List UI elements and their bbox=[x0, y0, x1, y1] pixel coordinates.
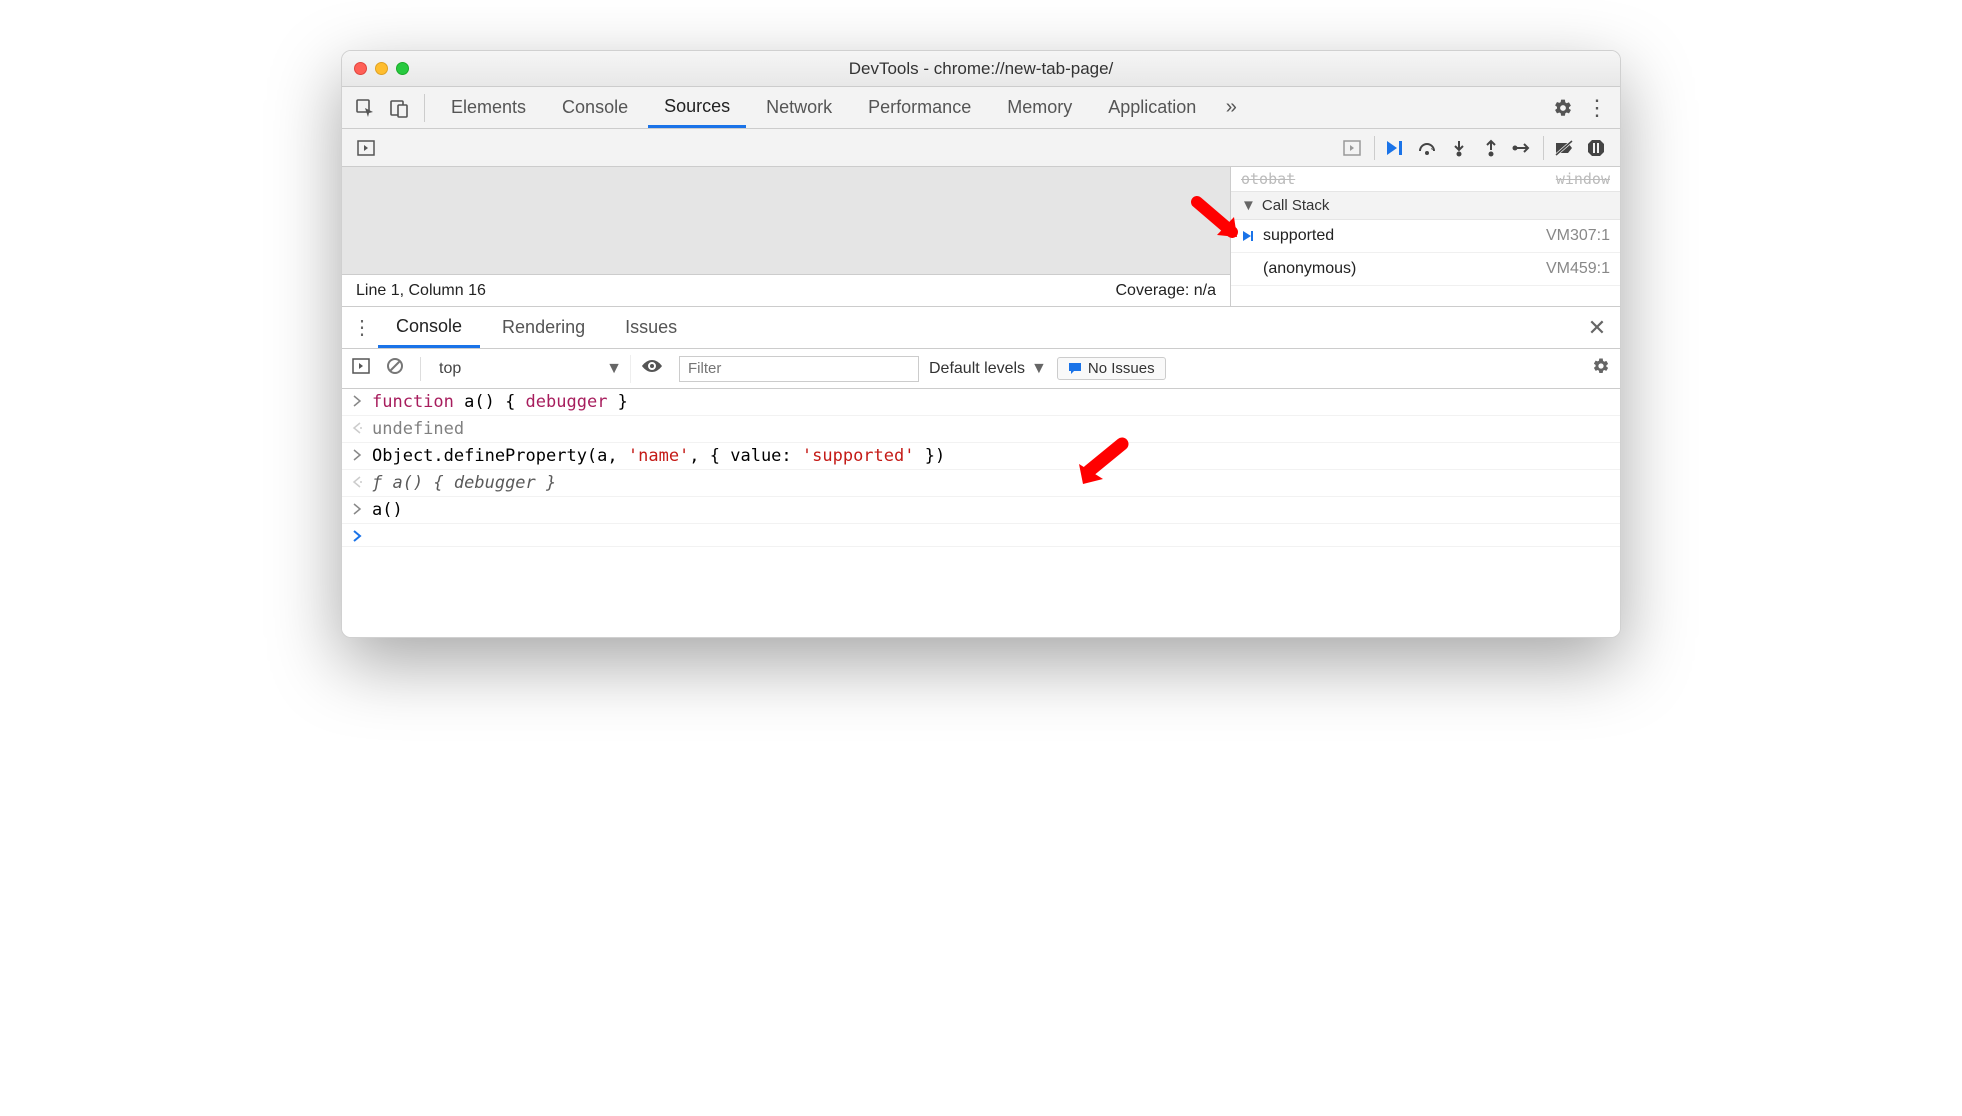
debugger-sidebar: otobat window ▼ Call Stack supported VM3… bbox=[1230, 167, 1620, 306]
context-value: top bbox=[439, 360, 461, 378]
callstack-header[interactable]: ▼ Call Stack bbox=[1231, 192, 1620, 220]
console-output[interactable]: function a() { debugger } undefined Obje… bbox=[342, 389, 1620, 637]
console-row[interactable]: a() bbox=[342, 497, 1620, 524]
console-row[interactable]: Object.defineProperty(a, 'name', { value… bbox=[342, 443, 1620, 470]
callstack-label: Call Stack bbox=[1262, 197, 1330, 214]
step-icon[interactable] bbox=[1509, 134, 1537, 162]
scope-row-truncated: otobat window bbox=[1231, 167, 1620, 192]
tab-application[interactable]: Application bbox=[1092, 87, 1212, 128]
callstack-frame-location: VM307:1 bbox=[1546, 227, 1610, 245]
prompt-chevron-icon bbox=[352, 529, 372, 543]
console-row[interactable]: function a() { debugger } bbox=[342, 389, 1620, 416]
inspect-element-icon[interactable] bbox=[350, 93, 380, 123]
context-selector[interactable]: top ▼ bbox=[431, 355, 631, 383]
sources-toolbar bbox=[342, 129, 1620, 167]
console-filter-input[interactable] bbox=[679, 356, 919, 382]
drawer-close-icon[interactable]: ✕ bbox=[1582, 315, 1612, 341]
callstack-frame-name: supported bbox=[1263, 227, 1334, 245]
callstack-frame-location: VM459:1 bbox=[1546, 260, 1610, 278]
resume-icon[interactable] bbox=[1381, 134, 1409, 162]
step-out-icon[interactable] bbox=[1477, 134, 1505, 162]
clear-console-icon[interactable] bbox=[386, 357, 410, 380]
source-editor[interactable]: Line 1, Column 16 Coverage: n/a bbox=[342, 167, 1230, 306]
tab-console[interactable]: Console bbox=[546, 87, 644, 128]
step-over-icon[interactable] bbox=[1413, 134, 1441, 162]
log-levels-label: Default levels bbox=[929, 360, 1025, 378]
speech-bubble-icon bbox=[1068, 362, 1082, 376]
drawer-kebab-icon[interactable]: ⋮ bbox=[350, 315, 374, 340]
issues-chip-label: No Issues bbox=[1088, 360, 1155, 377]
drawer-tab-rendering[interactable]: Rendering bbox=[484, 307, 603, 348]
device-toggle-icon[interactable] bbox=[384, 93, 414, 123]
kebab-menu-icon[interactable]: ⋮ bbox=[1582, 93, 1612, 123]
titlebar: DevTools - chrome://new-tab-page/ bbox=[342, 51, 1620, 87]
drawer-tabbar: ⋮ Console Rendering Issues ✕ bbox=[342, 307, 1620, 349]
callstack-frame[interactable]: (anonymous) VM459:1 bbox=[1231, 253, 1620, 286]
pause-exceptions-icon[interactable] bbox=[1582, 134, 1610, 162]
console-settings-icon[interactable] bbox=[1592, 357, 1610, 380]
callstack-frame[interactable]: supported VM307:1 bbox=[1231, 220, 1620, 253]
debugger-pane-toggle-icon[interactable] bbox=[1338, 134, 1366, 162]
console-prompt[interactable] bbox=[342, 524, 1620, 547]
input-chevron-icon bbox=[352, 394, 372, 408]
main-tabbar: Elements Console Sources Network Perform… bbox=[342, 87, 1620, 129]
chevron-down-icon: ▼ bbox=[1031, 360, 1047, 378]
window-title: DevTools - chrome://new-tab-page/ bbox=[342, 59, 1620, 79]
log-levels-selector[interactable]: Default levels ▼ bbox=[929, 360, 1047, 378]
drawer-tab-issues[interactable]: Issues bbox=[607, 307, 695, 348]
input-chevron-icon bbox=[352, 448, 372, 462]
console-row[interactable]: ƒ a() { debugger } bbox=[342, 470, 1620, 497]
live-expression-icon[interactable] bbox=[641, 358, 669, 379]
settings-icon[interactable] bbox=[1548, 93, 1578, 123]
disclosure-triangle-icon: ▼ bbox=[1241, 197, 1256, 214]
tab-memory[interactable]: Memory bbox=[991, 87, 1088, 128]
console-toolbar: top ▼ Default levels ▼ No Issues bbox=[342, 349, 1620, 389]
more-tabs-icon[interactable]: » bbox=[1216, 93, 1246, 123]
input-chevron-icon bbox=[352, 502, 372, 516]
console-sidebar-toggle-icon[interactable] bbox=[352, 357, 376, 380]
drawer-tab-console[interactable]: Console bbox=[378, 307, 480, 348]
tab-network[interactable]: Network bbox=[750, 87, 848, 128]
issues-chip[interactable]: No Issues bbox=[1057, 357, 1166, 380]
console-row[interactable]: undefined bbox=[342, 416, 1620, 443]
coverage-status: Coverage: n/a bbox=[1115, 282, 1216, 300]
output-chevron-icon bbox=[352, 475, 372, 489]
navigator-toggle-icon[interactable] bbox=[352, 134, 380, 162]
current-frame-arrow-icon bbox=[1241, 229, 1255, 243]
tab-elements[interactable]: Elements bbox=[435, 87, 542, 128]
output-chevron-icon bbox=[352, 421, 372, 435]
deactivate-breakpoints-icon[interactable] bbox=[1550, 134, 1578, 162]
chevron-down-icon: ▼ bbox=[606, 360, 622, 378]
tab-sources[interactable]: Sources bbox=[648, 87, 746, 128]
callstack-frame-name: (anonymous) bbox=[1263, 260, 1356, 278]
cursor-position: Line 1, Column 16 bbox=[356, 282, 486, 300]
step-into-icon[interactable] bbox=[1445, 134, 1473, 162]
tab-performance[interactable]: Performance bbox=[852, 87, 987, 128]
